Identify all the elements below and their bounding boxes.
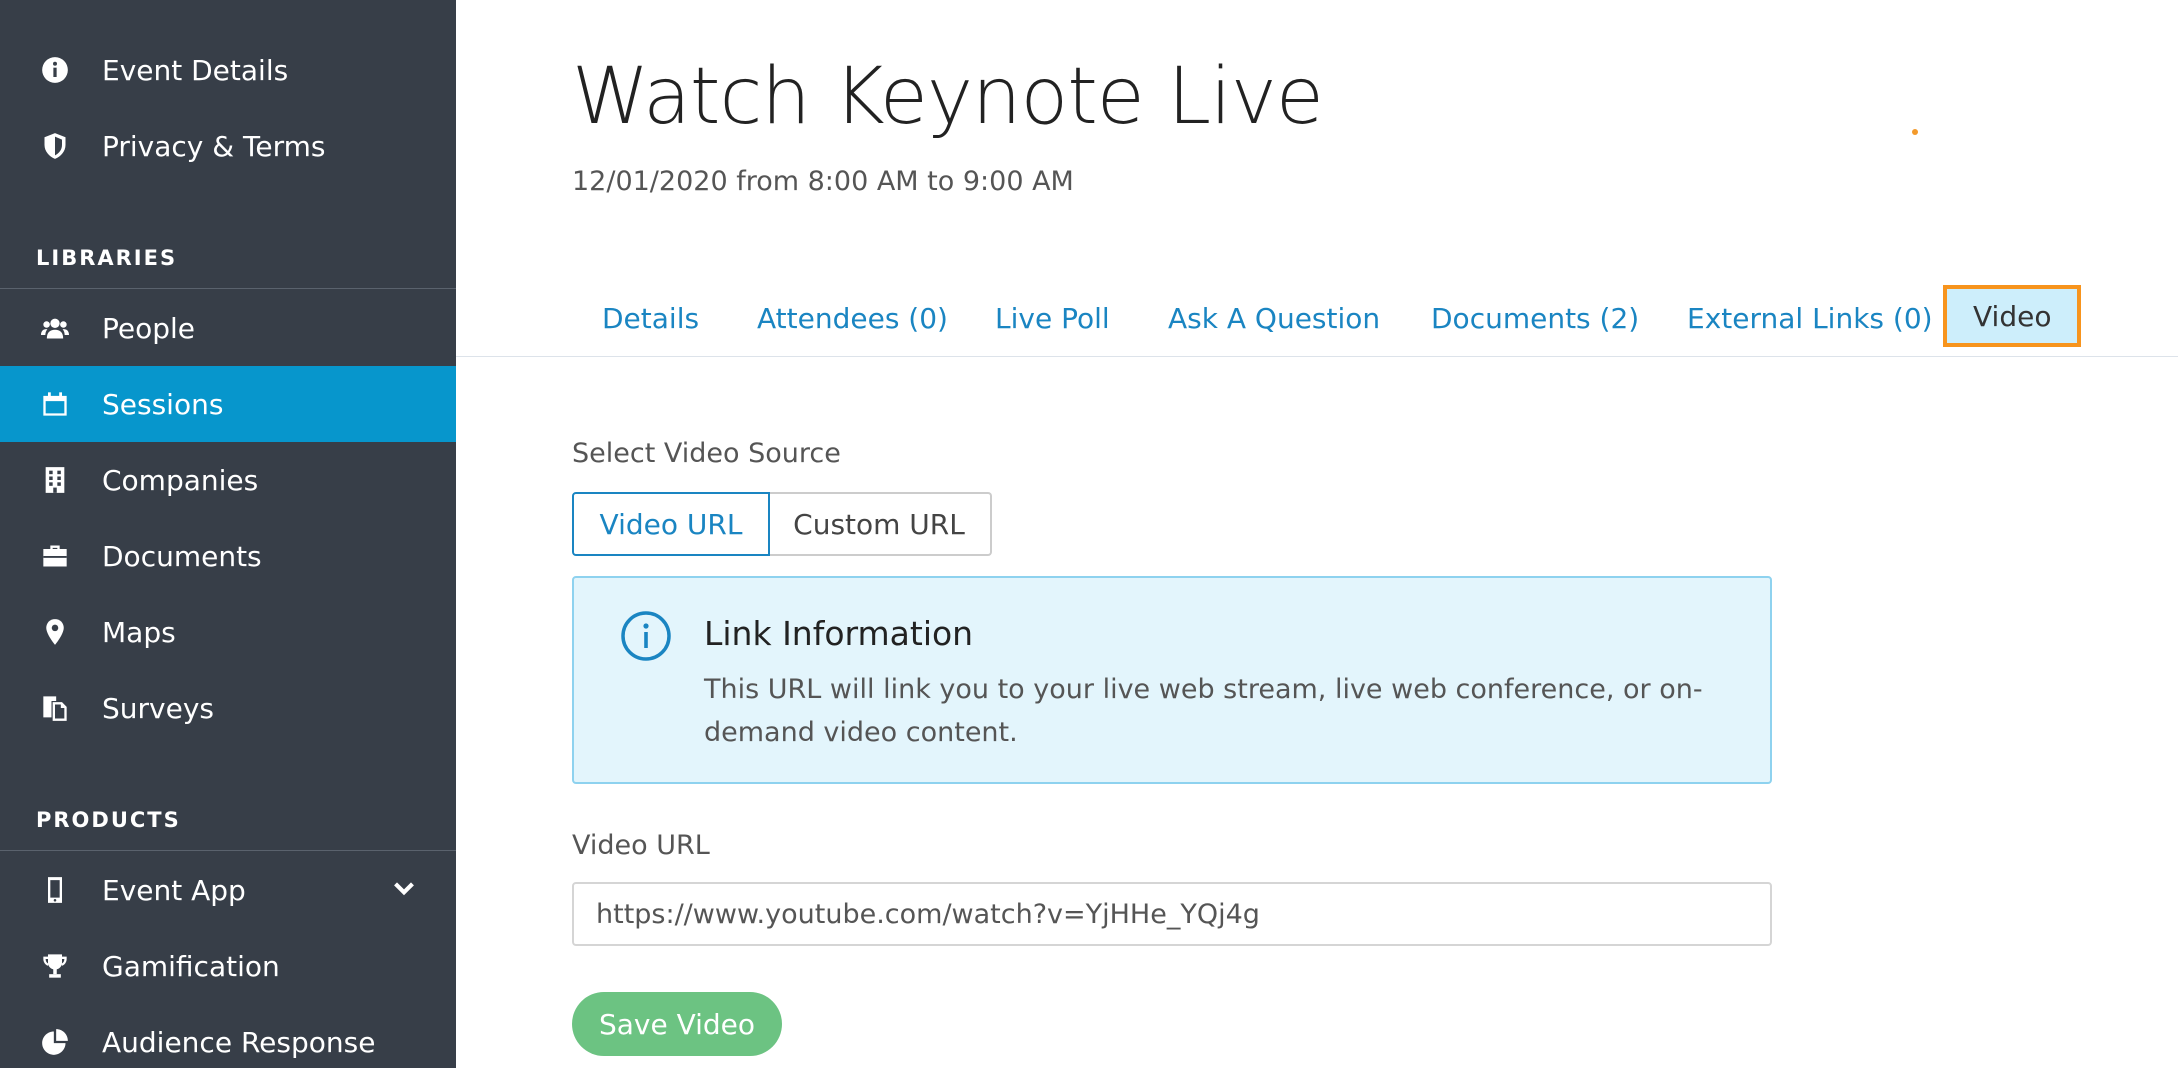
sidebar-item-privacy-terms[interactable]: Privacy & Terms: [0, 108, 456, 184]
custom-url-option[interactable]: Custom URL: [768, 492, 992, 556]
sidebar-item-companies[interactable]: Companies: [0, 442, 456, 518]
save-video-button[interactable]: Save Video: [572, 992, 782, 1056]
mobile-icon: [36, 871, 74, 909]
sidebar-item-label: Event Details: [102, 53, 289, 87]
sidebar-item-sessions[interactable]: Sessions: [0, 366, 456, 442]
sidebar-item-audience-response[interactable]: Audience Response: [0, 1004, 456, 1080]
video-url-option[interactable]: Video URL: [572, 492, 770, 556]
copy-icon: [36, 689, 74, 727]
link-information-box: Link Information This URL will link you …: [572, 576, 1772, 784]
session-tabs: Details Attendees (0) Live Poll Ask A Qu…: [456, 280, 2178, 357]
sidebar-item-label: Documents: [102, 539, 262, 573]
sidebar: Event Details Privacy & Terms LIBRARIES …: [0, 0, 456, 1068]
sidebar-item-documents[interactable]: Documents: [0, 518, 456, 594]
video-url-label: Video URL: [572, 830, 710, 861]
tab-attendees[interactable]: Attendees (0): [757, 280, 948, 356]
info-title: Link Information: [704, 614, 974, 653]
tab-live-poll[interactable]: Live Poll: [995, 280, 1110, 356]
sidebar-item-label: Companies: [102, 463, 259, 497]
users-icon: [36, 309, 74, 347]
section-title-libraries: LIBRARIES: [36, 246, 178, 270]
sidebar-item-label: Sessions: [102, 387, 224, 421]
tab-external-links[interactable]: External Links (0): [1687, 280, 1933, 356]
shield-icon: [36, 127, 74, 165]
sidebar-item-people[interactable]: People: [0, 290, 456, 366]
map-pin-icon: [36, 613, 74, 651]
sidebar-item-label: Gamification: [102, 949, 280, 983]
sidebar-item-surveys[interactable]: Surveys: [0, 670, 456, 746]
info-circle-icon: [36, 51, 74, 89]
video-source-label: Select Video Source: [572, 438, 841, 469]
sidebar-item-label: Maps: [102, 615, 176, 649]
sidebar-item-gamification[interactable]: Gamification: [0, 928, 456, 1004]
video-url-input[interactable]: [572, 882, 1772, 946]
status-dot: [1912, 129, 1918, 135]
trophy-icon: [36, 947, 74, 985]
divider: [0, 850, 456, 851]
sidebar-item-label: Audience Response: [102, 1025, 376, 1059]
sidebar-item-event-app[interactable]: Event App: [0, 852, 456, 928]
divider: [0, 288, 456, 289]
chevron-down-icon[interactable]: [390, 876, 418, 904]
section-title-products: PRODUCTS: [36, 808, 181, 832]
briefcase-icon: [36, 537, 74, 575]
sidebar-item-label: Surveys: [102, 691, 214, 725]
pie-chart-icon: [36, 1023, 74, 1061]
info-circle-icon: [620, 610, 672, 662]
building-icon: [36, 461, 74, 499]
sidebar-item-label: People: [102, 311, 196, 345]
tab-details[interactable]: Details: [602, 280, 699, 356]
tab-video[interactable]: Video: [1943, 285, 2082, 347]
info-text: This URL will link you to your live web …: [704, 674, 1703, 748]
calendar-icon: [36, 385, 74, 423]
sidebar-item-label: Privacy & Terms: [102, 129, 326, 163]
tab-ask-a-question[interactable]: Ask A Question: [1168, 280, 1380, 356]
page-title: Watch Keynote Live: [572, 52, 1324, 142]
sidebar-item-label: Event App: [102, 873, 246, 907]
session-datetime: 12/01/2020 from 8:00 AM to 9:00 AM: [572, 166, 1074, 197]
tab-documents[interactable]: Documents (2): [1431, 280, 1639, 356]
sidebar-item-event-details[interactable]: Event Details: [0, 32, 456, 108]
sidebar-item-maps[interactable]: Maps: [0, 594, 456, 670]
